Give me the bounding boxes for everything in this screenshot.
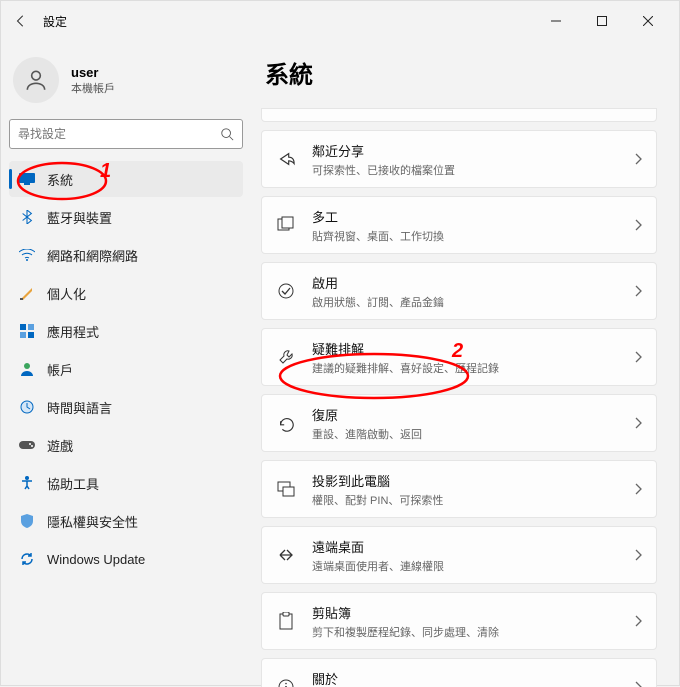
sidebar-item-label: 系統 xyxy=(47,170,73,189)
window-title: 設定 xyxy=(43,13,67,30)
card-about[interactable]: 關於裝置規格、重新命名電腦、Windows 規格 xyxy=(261,658,657,687)
activation-icon xyxy=(276,281,296,301)
card-activation[interactable]: 啟用啟用狀態、訂閱、產品金鑰 xyxy=(261,262,657,320)
search-icon xyxy=(220,127,234,141)
project-icon xyxy=(276,479,296,499)
sidebar-item-gaming[interactable]: 遊戲 xyxy=(9,427,243,463)
search-box[interactable] xyxy=(9,119,243,149)
update-icon xyxy=(19,551,35,567)
card-subtitle: 建議的疑難排解、喜好設定、歷程記錄 xyxy=(312,360,618,376)
sidebar-item-personalize[interactable]: 個人化 xyxy=(9,275,243,311)
avatar xyxy=(13,57,59,103)
card-title: 多工 xyxy=(312,207,618,226)
troubleshoot-icon xyxy=(276,347,296,367)
card-subtitle: 剪下和複製歷程紀錄、同步處理、清除 xyxy=(312,624,618,640)
chevron-right-icon xyxy=(634,417,642,429)
sidebar-item-accounts[interactable]: 帳戶 xyxy=(9,351,243,387)
card-subtitle: 權限、配對 PIN、可探索性 xyxy=(312,492,618,508)
minimize-button[interactable] xyxy=(533,5,579,37)
card-troubleshoot[interactable]: 疑難排解建議的疑難排解、喜好設定、歷程記錄 xyxy=(261,328,657,386)
chevron-right-icon xyxy=(634,615,642,627)
card-subtitle: 重設、進階啟動、返回 xyxy=(312,426,618,442)
close-button[interactable] xyxy=(625,5,671,37)
user-name: user xyxy=(71,65,115,80)
sidebar-item-label: 隱私權與安全性 xyxy=(47,512,138,531)
sidebar-item-accessibility[interactable]: 協助工具 xyxy=(9,465,243,501)
card-remote[interactable]: 遠端桌面遠端桌面使用者、連線權限 xyxy=(261,526,657,584)
sidebar-item-time[interactable]: 時間與語言 xyxy=(9,389,243,425)
bluetooth-icon xyxy=(19,209,35,225)
card-title: 剪貼簿 xyxy=(312,603,618,622)
search-input[interactable] xyxy=(18,127,220,141)
card-project[interactable]: 投影到此電腦權限、配對 PIN、可探索性 xyxy=(261,460,657,518)
page-heading: 系統 xyxy=(265,55,657,90)
card-recovery[interactable]: 復原重設、進階啟動、返回 xyxy=(261,394,657,452)
wifi-icon xyxy=(19,247,35,263)
sidebar-item-apps[interactable]: 應用程式 xyxy=(9,313,243,349)
chevron-right-icon xyxy=(634,153,642,165)
back-button[interactable] xyxy=(9,9,33,33)
card-title: 遠端桌面 xyxy=(312,537,618,556)
card-share[interactable]: 鄰近分享可探索性、已接收的檔案位置 xyxy=(261,130,657,188)
clipboard-icon xyxy=(276,611,296,631)
accessibility-icon xyxy=(19,475,35,491)
card-multitask[interactable]: 多工貼齊視窗、桌面、工作切換 xyxy=(261,196,657,254)
card-title: 啟用 xyxy=(312,273,618,292)
sidebar-item-privacy[interactable]: 隱私權與安全性 xyxy=(9,503,243,539)
sidebar-item-label: 個人化 xyxy=(47,284,86,303)
sidebar-item-label: 帳戶 xyxy=(47,360,73,379)
account-icon xyxy=(19,361,35,377)
sidebar-item-label: 時間與語言 xyxy=(47,398,112,417)
apps-icon xyxy=(19,323,35,339)
card-clipboard[interactable]: 剪貼簿剪下和複製歷程紀錄、同步處理、清除 xyxy=(261,592,657,650)
sidebar-item-label: 藍牙與裝置 xyxy=(47,208,112,227)
chevron-right-icon xyxy=(634,219,642,231)
titlebar: 設定 xyxy=(1,1,679,41)
remote-icon xyxy=(276,545,296,565)
card-subtitle: 貼齊視窗、桌面、工作切換 xyxy=(312,228,618,244)
main-content: 系統 鄰近分享可探索性、已接收的檔案位置多工貼齊視窗、桌面、工作切換啟用啟用狀態… xyxy=(251,41,679,687)
recovery-icon xyxy=(276,413,296,433)
chevron-right-icon xyxy=(634,549,642,561)
privacy-icon xyxy=(19,513,35,529)
sidebar-item-network[interactable]: 網路和網際網路 xyxy=(9,237,243,273)
personalize-icon xyxy=(19,285,35,301)
sidebar-item-label: 應用程式 xyxy=(47,322,99,341)
chevron-right-icon xyxy=(634,681,642,687)
card-title: 復原 xyxy=(312,405,618,424)
share-icon xyxy=(276,149,296,169)
card-subtitle: 啟用狀態、訂閱、產品金鑰 xyxy=(312,294,618,310)
chevron-right-icon xyxy=(634,285,642,297)
card-title: 關於 xyxy=(312,669,618,687)
gaming-icon xyxy=(19,437,35,453)
system-icon xyxy=(19,171,35,187)
card-title: 鄰近分享 xyxy=(312,141,618,160)
sidebar-item-label: Windows Update xyxy=(47,552,145,567)
sidebar: user 本機帳戶 系統 藍牙與裝置 網路和網際網路 個人化 應用程式 xyxy=(1,41,251,687)
chevron-right-icon xyxy=(634,351,642,363)
sidebar-item-bluetooth[interactable]: 藍牙與裝置 xyxy=(9,199,243,235)
sidebar-item-update[interactable]: Windows Update xyxy=(9,541,243,577)
maximize-button[interactable] xyxy=(579,5,625,37)
multitask-icon xyxy=(276,215,296,235)
window-controls xyxy=(533,5,671,37)
sidebar-item-label: 網路和網際網路 xyxy=(47,246,138,265)
card-subtitle: 可探索性、已接收的檔案位置 xyxy=(312,162,618,178)
prev-card-edge[interactable] xyxy=(261,108,657,122)
card-title: 投影到此電腦 xyxy=(312,471,618,490)
sidebar-item-label: 遊戲 xyxy=(47,436,73,455)
card-title: 疑難排解 xyxy=(312,339,618,358)
chevron-right-icon xyxy=(634,483,642,495)
user-account: 本機帳戶 xyxy=(71,80,115,96)
card-subtitle: 遠端桌面使用者、連線權限 xyxy=(312,558,618,574)
sidebar-item-system[interactable]: 系統 xyxy=(9,161,243,197)
sidebar-item-label: 協助工具 xyxy=(47,474,99,493)
user-block[interactable]: user 本機帳戶 xyxy=(9,49,243,117)
time-icon xyxy=(19,399,35,415)
